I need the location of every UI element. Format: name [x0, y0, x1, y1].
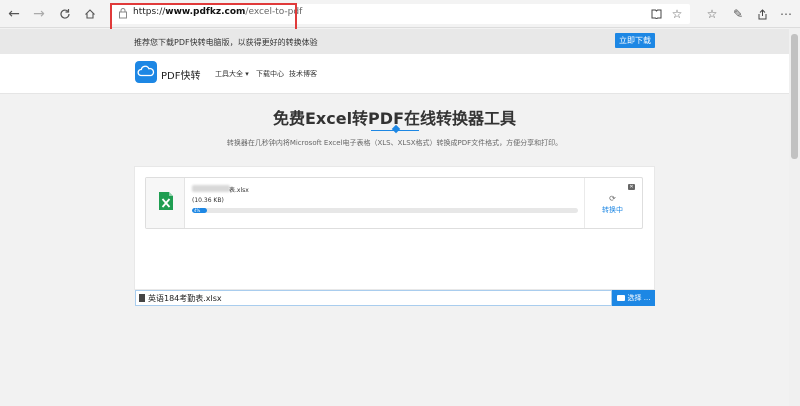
converting-spinner-icon: ⟳	[609, 194, 616, 203]
forward-icon[interactable]: →	[29, 4, 49, 24]
share-icon[interactable]	[752, 4, 772, 24]
star-icon[interactable]: ☆	[667, 4, 687, 24]
back-icon[interactable]: ←	[4, 4, 24, 24]
logo-icon[interactable]	[135, 61, 157, 83]
conversion-progress-bar	[192, 208, 578, 213]
promo-text: 推荐您下载PDF快转电脑版，以获得更好的转换体验	[134, 38, 318, 47]
excel-file-icon	[159, 192, 173, 210]
home-icon[interactable]	[80, 4, 100, 24]
download-now-button[interactable]: 立即下载	[615, 33, 655, 48]
stars-icon[interactable]: ☆	[702, 4, 722, 24]
progress-label: 4%	[194, 208, 201, 213]
page-scrollbar[interactable]	[789, 28, 800, 406]
logo-text[interactable]: PDF快转	[161, 67, 200, 82]
promo-bar	[0, 29, 789, 54]
file-name-extension: 表.xlsx	[229, 187, 249, 194]
file-icon	[139, 294, 145, 302]
refresh-icon[interactable]	[55, 4, 75, 24]
ellipsis-icon[interactable]: ⋯	[776, 4, 796, 24]
browse-label: 选择 ...	[627, 294, 651, 302]
site-header	[0, 54, 789, 94]
scrollbar-thumb[interactable]	[791, 34, 798, 159]
file-input-value: 英语184考勤表.xlsx	[148, 294, 222, 303]
folder-icon	[616, 295, 625, 301]
remove-file-icon[interactable]: ✕	[628, 184, 635, 190]
book-icon[interactable]	[646, 4, 666, 24]
pen-icon[interactable]: ✎	[728, 4, 748, 24]
nav-tools[interactable]: 工具大全 ▾	[215, 69, 249, 79]
nav-download-center[interactable]: 下载中心	[256, 69, 284, 79]
nav-tech-blog[interactable]: 技术博客	[289, 69, 317, 79]
browse-file-button[interactable]: 选择 ...	[612, 290, 655, 306]
page-subtitle: 转换器在几秒钟内将Microsoft Excel电子表格（XLS、XLSX格式）…	[226, 139, 563, 147]
card-divider	[584, 178, 585, 228]
conversion-status: 转换中	[602, 206, 623, 214]
file-name-redacted	[192, 185, 230, 192]
file-size: (10.36 KB)	[192, 197, 224, 204]
